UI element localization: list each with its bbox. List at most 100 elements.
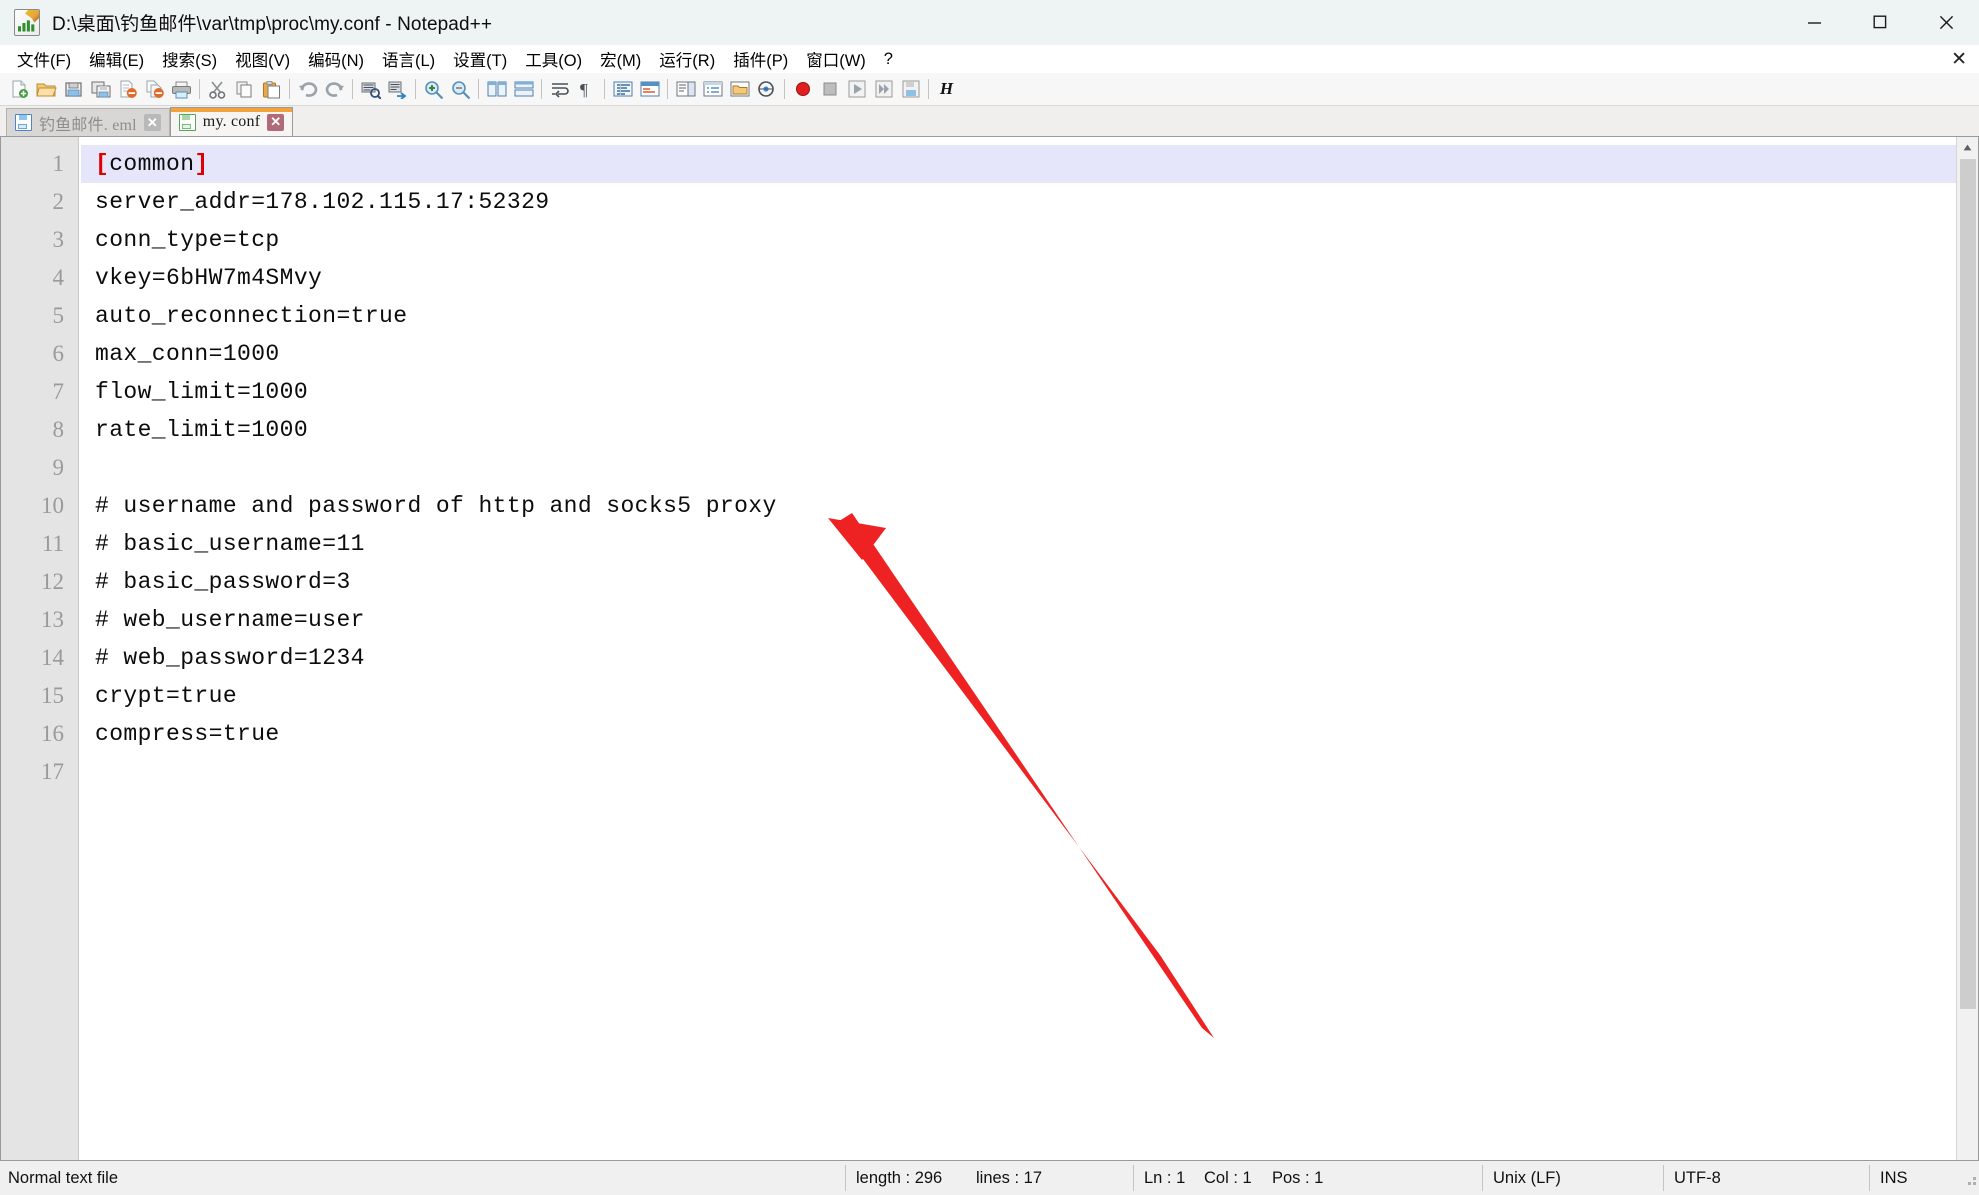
code-line-13: # web_username=user [81, 601, 1978, 639]
code-line-14: # web_password=1234 [81, 639, 1978, 677]
toolbar-separator [780, 78, 789, 100]
menu-bar: 文件(F) 编辑(E) 搜索(S) 视图(V) 编码(N) 语言(L) 设置(T… [0, 45, 1979, 73]
line-number: 16 [1, 715, 78, 753]
sync-horizontal-scroll-icon[interactable] [510, 76, 537, 102]
user-defined-language-icon[interactable] [636, 76, 663, 102]
close-button[interactable] [1913, 0, 1979, 44]
code-line-2: server_addr=178.102.115.17:52329 [81, 183, 1978, 221]
menu-plugins[interactable]: 插件(P) [724, 44, 797, 74]
new-file-icon[interactable] [6, 76, 33, 102]
record-macro-icon[interactable] [789, 76, 816, 102]
cut-icon[interactable] [204, 76, 231, 102]
line-number: 10 [1, 487, 78, 525]
save-all-icon[interactable] [87, 76, 114, 102]
status-insert-mode: INS [1870, 1161, 1962, 1195]
redo-icon[interactable] [321, 76, 348, 102]
paste-icon[interactable] [258, 76, 285, 102]
line-number: 11 [1, 525, 78, 563]
code-text-area[interactable]: [common] server_addr=178.102.115.17:5232… [79, 137, 1978, 1160]
zoom-out-icon[interactable] [447, 76, 474, 102]
minimize-button[interactable] [1781, 0, 1847, 44]
show-all-characters-icon[interactable]: ¶ [573, 76, 600, 102]
menu-language[interactable]: 语言(L) [373, 44, 444, 74]
run-macro-multiple-icon[interactable] [870, 76, 897, 102]
stop-recording-icon[interactable] [816, 76, 843, 102]
line-number: 17 [1, 753, 78, 791]
toolbar-separator [663, 78, 672, 100]
toolbar-separator [600, 78, 609, 100]
toolbar-separator [411, 78, 420, 100]
line-number: 4 [1, 259, 78, 297]
menu-view[interactable]: 视图(V) [226, 44, 299, 74]
indent-guide-icon[interactable] [609, 76, 636, 102]
line-number: 8 [1, 411, 78, 449]
scroll-up-arrow-icon[interactable] [1958, 137, 1978, 157]
save-macro-icon[interactable] [897, 76, 924, 102]
find-icon[interactable] [357, 76, 384, 102]
zoom-in-icon[interactable] [420, 76, 447, 102]
status-encoding: UTF-8 [1664, 1161, 1869, 1195]
function-list-icon[interactable] [699, 76, 726, 102]
folder-as-workspace-icon[interactable] [726, 76, 753, 102]
line-number-gutter: 1 2 3 4 5 6 7 8 9 10 11 12 13 14 15 16 1… [1, 137, 79, 1160]
save-icon[interactable] [60, 76, 87, 102]
status-col: Col : 1 [1194, 1161, 1262, 1195]
menu-run[interactable]: 运行(R) [650, 44, 724, 74]
copy-icon[interactable] [231, 76, 258, 102]
status-lines: lines : 17 [966, 1161, 1133, 1195]
code-line-11: # basic_username=11 [81, 525, 1978, 563]
vertical-scrollbar[interactable] [1956, 137, 1978, 1160]
editor-area[interactable]: 1 2 3 4 5 6 7 8 9 10 11 12 13 14 15 16 1… [0, 137, 1979, 1160]
close-all-documents-icon[interactable] [141, 76, 168, 102]
save-blue-icon [15, 114, 32, 131]
tab-my-conf[interactable]: my. conf ✕ [170, 107, 293, 136]
status-document-type: Normal text file [0, 1161, 845, 1195]
italic-h-icon[interactable]: H [933, 76, 960, 102]
toolbar-separator [195, 78, 204, 100]
menu-macro[interactable]: 宏(M) [591, 44, 650, 74]
section-bracket-close: ] [194, 151, 208, 177]
menu-tools[interactable]: 工具(O) [516, 44, 591, 74]
toolbar-separator [348, 78, 357, 100]
undo-icon[interactable] [294, 76, 321, 102]
menu-encoding[interactable]: 编码(N) [299, 44, 373, 74]
playback-macro-icon[interactable] [843, 76, 870, 102]
section-name: common [109, 151, 194, 177]
code-line-1: [common] [81, 145, 1978, 183]
replace-icon[interactable] [384, 76, 411, 102]
close-document-icon[interactable] [114, 76, 141, 102]
line-number: 1 [1, 145, 78, 183]
code-line-9 [81, 449, 1978, 487]
menu-search[interactable]: 搜索(S) [153, 44, 226, 74]
svg-text:¶: ¶ [580, 80, 588, 98]
line-number: 14 [1, 639, 78, 677]
print-icon[interactable] [168, 76, 195, 102]
code-line-12: # basic_password=3 [81, 563, 1978, 601]
word-wrap-icon[interactable] [546, 76, 573, 102]
menu-file[interactable]: 文件(F) [8, 44, 80, 74]
vertical-scrollbar-thumb[interactable] [1960, 159, 1976, 1009]
tab-bar: 钓鱼邮件. eml ✕ my. conf ✕ [0, 106, 1979, 137]
close-document-x[interactable]: ✕ [1951, 48, 1967, 71]
menu-help[interactable]: ? [875, 47, 902, 72]
menu-window[interactable]: 窗口(W) [797, 44, 875, 74]
document-map-icon[interactable] [672, 76, 699, 102]
code-line-4: vkey=6bHW7m4SMvy [81, 259, 1978, 297]
tab-close-button[interactable]: ✕ [267, 114, 284, 131]
tab-label: my. conf [203, 113, 260, 131]
menu-settings[interactable]: 设置(T) [444, 44, 516, 74]
tab-close-button[interactable]: ✕ [144, 114, 161, 131]
resize-grip-icon[interactable] [1962, 1171, 1976, 1185]
sync-vertical-scroll-icon[interactable] [483, 76, 510, 102]
monitor-icon[interactable] [753, 76, 780, 102]
open-folder-icon[interactable] [33, 76, 60, 102]
notepadpp-window: D:\桌面\钓鱼邮件\var\tmp\proc\my.conf - Notepa… [0, 0, 1979, 1195]
tab-phishing-email[interactable]: 钓鱼邮件. eml ✕ [6, 108, 170, 136]
line-number: 2 [1, 183, 78, 221]
status-pos: Pos : 1 [1262, 1161, 1482, 1195]
title-bar-left: D:\桌面\钓鱼邮件\var\tmp\proc\my.conf - Notepa… [0, 9, 492, 36]
title-bar: D:\桌面\钓鱼邮件\var\tmp\proc\my.conf - Notepa… [0, 0, 1979, 45]
maximize-button[interactable] [1847, 0, 1913, 44]
menu-edit[interactable]: 编辑(E) [80, 44, 153, 74]
toolbar-separator [474, 78, 483, 100]
